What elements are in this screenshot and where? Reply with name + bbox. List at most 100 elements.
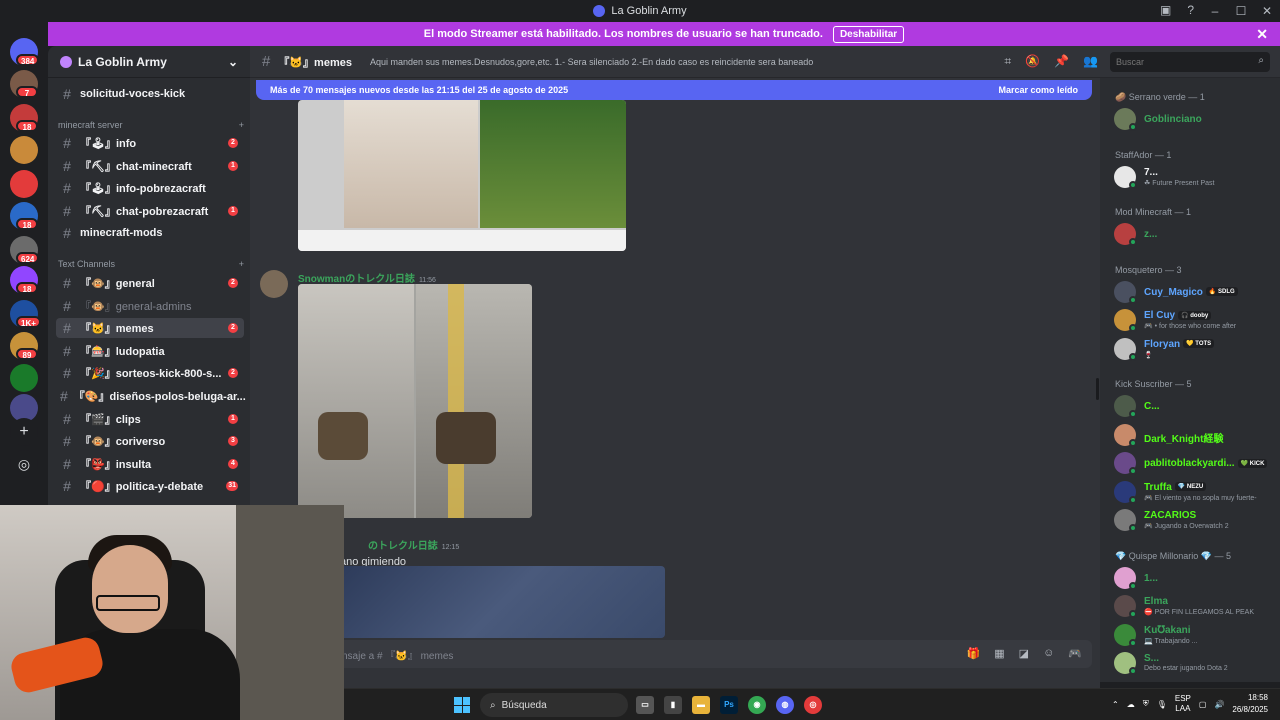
threads-icon[interactable]: ⌗ xyxy=(1004,54,1011,69)
explore-icon[interactable]: ◎ xyxy=(10,450,38,478)
server-icon[interactable]: 7 xyxy=(10,70,38,98)
gift-icon[interactable]: 🎁 xyxy=(967,647,981,660)
member-item[interactable]: C... xyxy=(1114,393,1276,419)
add-channel-icon[interactable]: + xyxy=(239,259,244,269)
member-group-title: Kick Suscriber — 5 xyxy=(1115,379,1192,389)
server-icon[interactable] xyxy=(10,136,38,164)
category-minecraft[interactable]: minecraft server + xyxy=(58,120,244,130)
mic-icon[interactable]: 🎙 xyxy=(1157,700,1167,709)
app-icon[interactable]: ▮ xyxy=(664,696,682,714)
disable-streamer-button[interactable]: Deshabilitar xyxy=(832,25,905,43)
file-explorer-icon[interactable]: ▬ xyxy=(692,696,710,714)
member-item[interactable]: 1... xyxy=(1114,565,1276,591)
channel-item[interactable]: # 『🎬』clips 1 xyxy=(56,409,244,429)
dog-image[interactable] xyxy=(298,284,532,518)
emoji-icon[interactable]: ☺ xyxy=(1043,647,1054,660)
channel-item[interactable]: # 『⛏』chat-pobrezacraft 1 xyxy=(56,201,244,221)
cloud-icon[interactable]: ☁ xyxy=(1127,700,1135,709)
mark-read-button[interactable]: Marcar como leído xyxy=(998,85,1078,95)
member-group-title: StaffAdor — 1 xyxy=(1115,149,1172,160)
member-item[interactable]: 7... ☘ Future Present Past xyxy=(1114,164,1276,190)
member-item[interactable]: ZACARIOS 🎮 Jugando a Overwatch 2 xyxy=(1114,507,1276,533)
server-icon[interactable]: 18 xyxy=(10,104,38,132)
channel-item[interactable]: # 『⛏』chat-minecraft 1 xyxy=(56,156,244,176)
volume-icon[interactable]: 🔊 xyxy=(1214,700,1224,709)
member-item[interactable]: Elma ⛔ POR FIN LLEGAMOS AL PEAK xyxy=(1114,593,1276,619)
server-icon[interactable] xyxy=(10,364,38,392)
channel-item[interactable]: # 『🐵』general 2 xyxy=(56,273,244,293)
server-icon[interactable]: 384 xyxy=(10,38,40,66)
clock[interactable]: 18:58 26/8/2025 xyxy=(1232,692,1268,716)
channel-item[interactable]: # 『🐵』general-admins xyxy=(56,296,244,316)
member-item[interactable]: Floryan 💛 TOTS 🍷 xyxy=(1114,336,1276,362)
member-item[interactable]: S... Debo estar jugando Dota 2 xyxy=(1114,650,1276,676)
close-banner-icon[interactable]: ✕ xyxy=(1256,26,1268,43)
member-item[interactable]: Truffa 💎 NEZU 🎮 El viento ya no sopla muy … xyxy=(1114,479,1276,505)
avatar xyxy=(1114,337,1137,361)
member-item[interactable]: Goblinciano xyxy=(1114,106,1276,132)
message-author[interactable]: Snowmanのトレクル日誌 11:56 xyxy=(298,270,436,285)
member-tag: 🔥 SDLG xyxy=(1205,287,1238,297)
chat-scrollbar[interactable] xyxy=(1096,378,1099,400)
message-author[interactable]: のトレクル日誌 12:15 xyxy=(368,537,459,552)
taskbar-search[interactable]: ⌕ Búsqueda xyxy=(480,693,628,717)
channel-item[interactable]: # minecraft-mods xyxy=(56,223,244,243)
channel-item[interactable]: # 『🕹』info-pobrezacraft xyxy=(56,178,244,198)
gif-icon[interactable]: ▦ xyxy=(994,647,1004,660)
server-icon[interactable]: 624 xyxy=(10,236,40,264)
channel-item[interactable]: # 『🎰』ludopatia xyxy=(56,341,244,361)
search-input[interactable] xyxy=(1110,52,1270,72)
close-window-button[interactable]: ✕ xyxy=(1254,4,1280,18)
chevron-up-icon[interactable]: ⌃ xyxy=(1112,700,1119,709)
chevron-down-icon[interactable]: ⌄ xyxy=(228,55,238,69)
channel-topic[interactable]: Aqui manden sus memes.Desnudos,gore,etc.… xyxy=(370,57,813,67)
member-item[interactable]: pablitoblackyardi... 💚 KICK xyxy=(1114,450,1276,476)
add-channel-icon[interactable]: + xyxy=(239,120,244,130)
channel-item[interactable]: # 『🐵』coriverso 3 xyxy=(56,431,244,451)
meme-image[interactable] xyxy=(298,100,626,251)
game-image[interactable] xyxy=(340,566,665,638)
network-icon[interactable]: ▢ xyxy=(1199,700,1207,709)
member-item[interactable]: Dark_Knight経験 xyxy=(1114,422,1276,448)
channel-item[interactable]: # 『🔴』politica-y-debate 31 xyxy=(56,476,244,496)
shield-icon[interactable]: ⛨ xyxy=(1143,699,1149,709)
new-messages-bar[interactable]: Más de 70 mensajes nuevos desde las 21:1… xyxy=(256,80,1092,100)
task-view-icon[interactable]: ▭ xyxy=(636,696,654,714)
category-text-channels[interactable]: Text Channels + xyxy=(58,259,244,269)
minimize-button[interactable]: – xyxy=(1202,4,1228,18)
member-item[interactable]: Ku℧akani 💻 Trabajando ... xyxy=(1114,622,1276,648)
channel-label: 『🎬』clips xyxy=(80,413,141,426)
server-icon[interactable]: 18 xyxy=(10,202,38,230)
language-indicator[interactable]: ESP LAA xyxy=(1175,694,1191,714)
server-header[interactable]: La Goblin Army ⌄ xyxy=(48,46,250,78)
message-input[interactable]: nsaje a # 『🐱』 memes 🎁 ▦ ◪ ☺ 🎮 xyxy=(258,640,1092,668)
channel-solicitud-voces-kick[interactable]: # solicitud-voces-kick xyxy=(56,84,244,104)
channel-item[interactable]: # 『🕹』info 2 xyxy=(56,133,244,153)
channel-item[interactable]: # 『🎨』diseños-polos-beluga-ar... xyxy=(56,386,246,406)
chrome-icon[interactable]: ◉ xyxy=(748,696,766,714)
channel-item[interactable]: # 『🎉』sorteos-kick-800-s... 2 xyxy=(56,363,244,383)
inbox-icon[interactable]: ▣ xyxy=(1160,3,1171,17)
member-item[interactable]: El Cuy 🎧 dooby 🎮 • for those who come afte… xyxy=(1114,307,1276,333)
maximize-button[interactable]: ☐ xyxy=(1228,4,1254,18)
app-icon[interactable]: ◎ xyxy=(804,696,822,714)
server-icon[interactable]: 1K+ xyxy=(10,300,41,328)
server-icon[interactable] xyxy=(10,170,38,198)
activities-icon[interactable]: 🎮 xyxy=(1068,647,1082,660)
member-item[interactable]: z... xyxy=(1114,221,1276,247)
sticker-icon[interactable]: ◪ xyxy=(1019,647,1029,660)
discord-icon[interactable]: ◍ xyxy=(776,696,794,714)
help-icon[interactable]: ? xyxy=(1187,3,1194,17)
photoshop-icon[interactable]: Ps xyxy=(720,696,738,714)
pin-icon[interactable]: 📌 xyxy=(1054,54,1069,69)
add-server-icon[interactable]: + xyxy=(10,418,38,446)
channel-item[interactable]: # 『🐱』memes 2 xyxy=(56,318,244,339)
start-button[interactable] xyxy=(454,697,470,713)
notifications-icon[interactable]: 🔕 xyxy=(1025,54,1040,69)
avatar[interactable] xyxy=(260,270,288,298)
channel-item[interactable]: # 『👺』insulta 4 xyxy=(56,454,244,474)
members-icon[interactable]: 👥 xyxy=(1083,54,1098,69)
server-icon[interactable]: 18 xyxy=(10,266,38,294)
server-icon[interactable]: 89 xyxy=(10,332,38,360)
member-item[interactable]: Cuy_Magico 🔥 SDLG xyxy=(1114,279,1276,305)
